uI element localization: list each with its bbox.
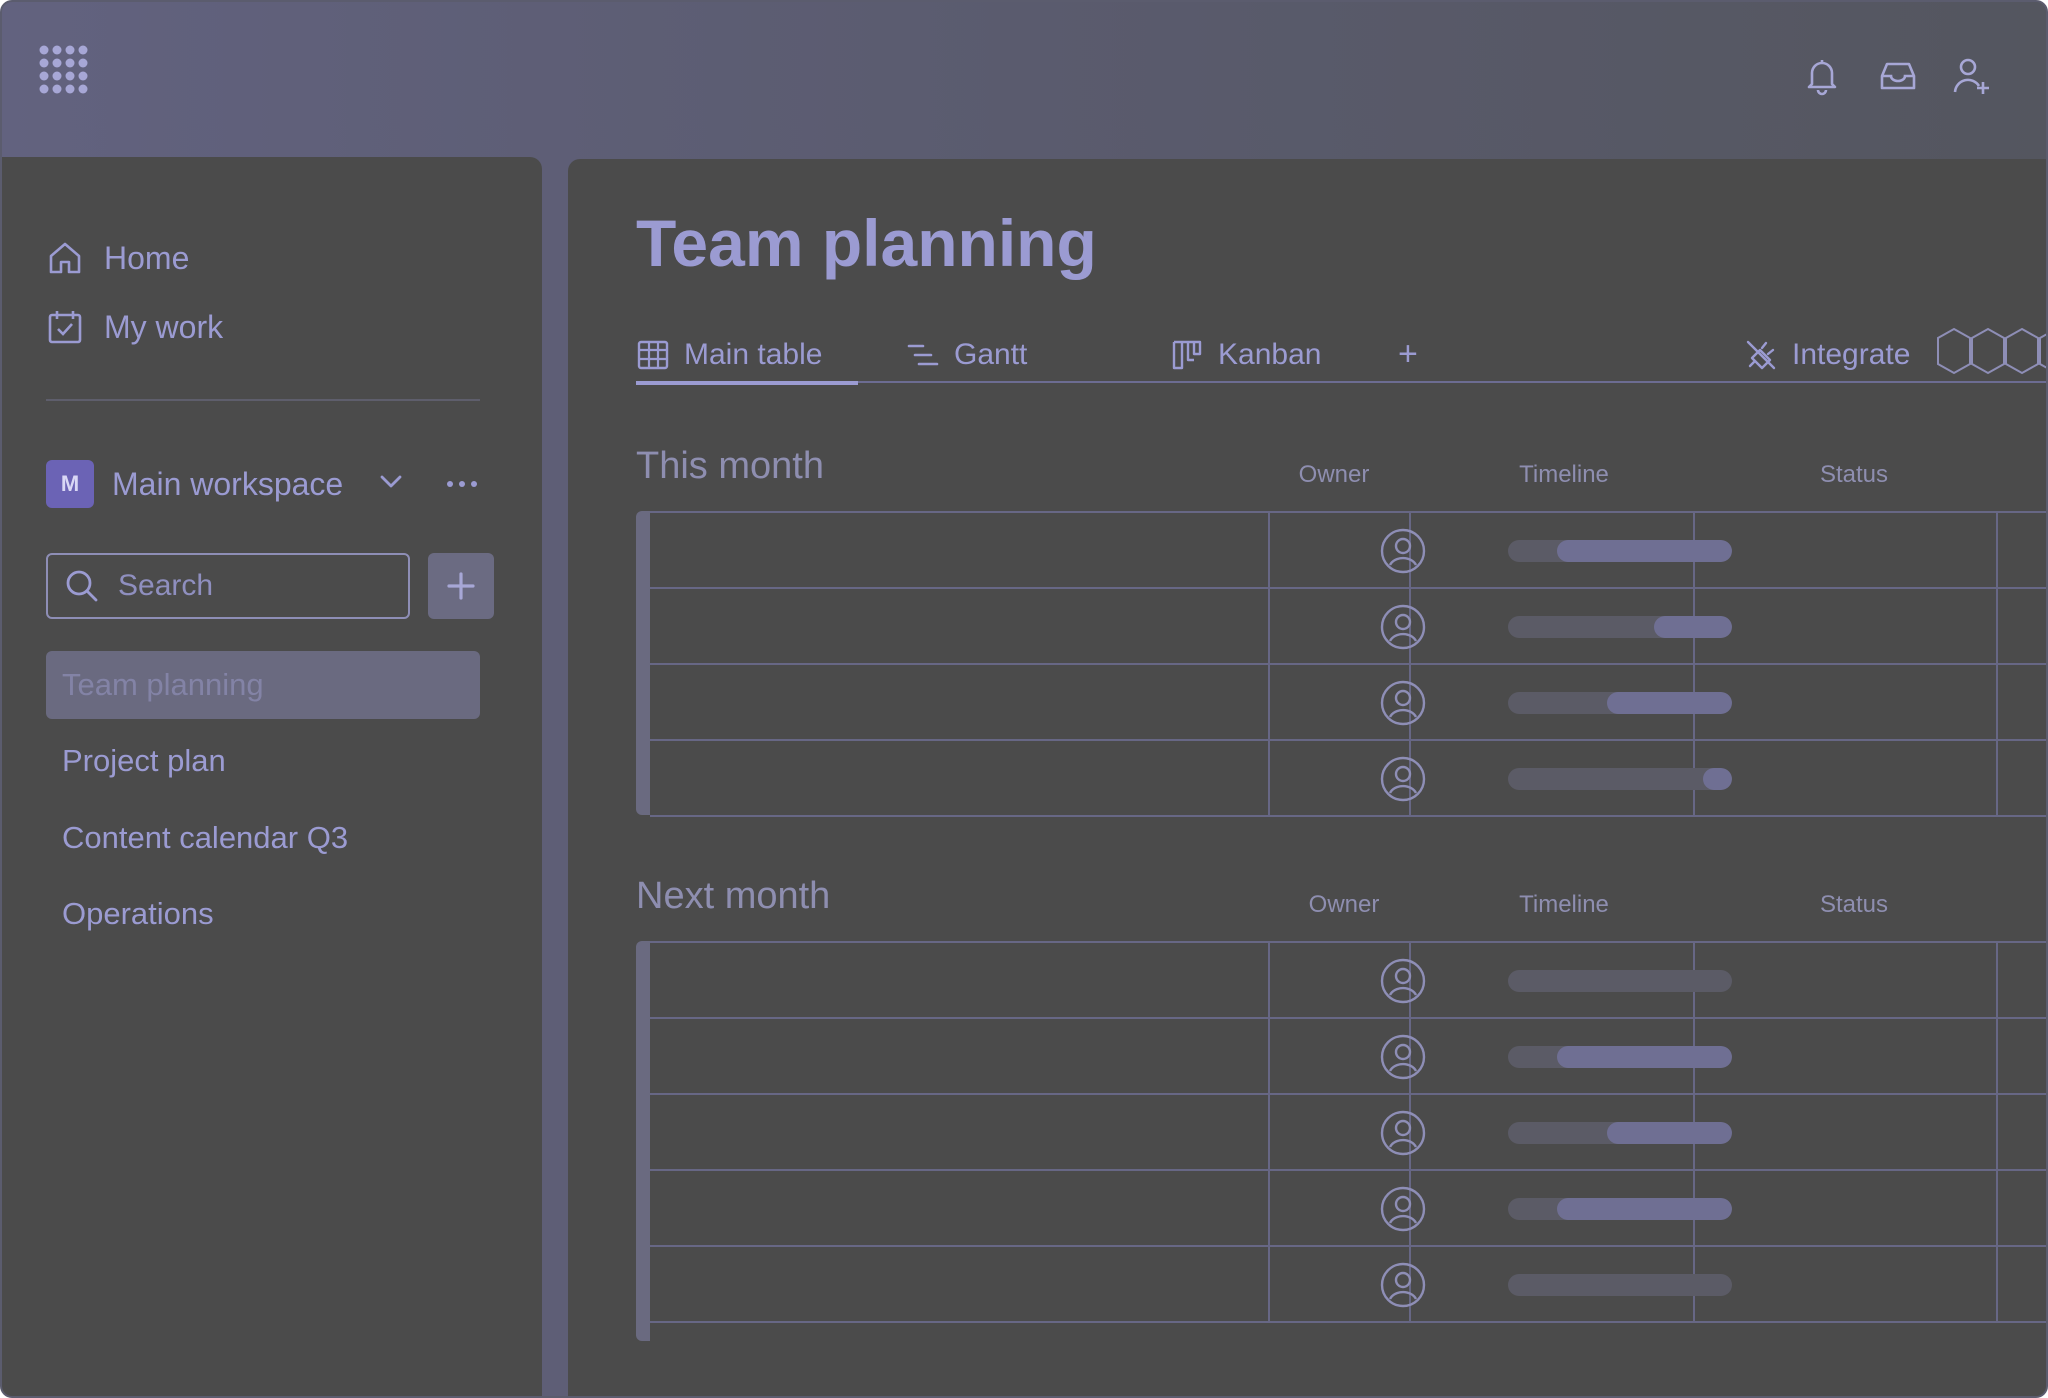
sidebar-item-home[interactable]: Home bbox=[46, 233, 189, 283]
status-cell[interactable] bbox=[1695, 943, 1995, 1017]
calendar-check-icon bbox=[48, 311, 82, 344]
group-color-bar bbox=[636, 511, 650, 815]
workspace-name: Main workspace bbox=[112, 465, 344, 502]
table-row[interactable] bbox=[650, 1169, 2046, 1245]
item-name-cell[interactable] bbox=[650, 943, 1258, 1017]
item-name-cell[interactable] bbox=[650, 1019, 1258, 1093]
column-header-status: Status bbox=[1819, 891, 1889, 918]
sidebar-divider bbox=[46, 399, 480, 401]
tab-label: Kanban bbox=[1218, 338, 1322, 371]
item-name-cell[interactable] bbox=[650, 589, 1258, 663]
apps-grid-icon[interactable] bbox=[38, 44, 88, 94]
group-color-bar bbox=[636, 941, 650, 1341]
table-row[interactable] bbox=[650, 941, 2046, 1017]
home-icon bbox=[49, 242, 81, 274]
bell-icon[interactable] bbox=[1802, 56, 1842, 96]
chevron-down-icon[interactable] bbox=[376, 467, 406, 497]
table-bottom-border bbox=[650, 815, 2046, 817]
column-header-status: Status bbox=[1819, 461, 1889, 488]
sidebar-item-my-work[interactable]: My work bbox=[46, 302, 223, 352]
status-cell[interactable] bbox=[1695, 665, 1995, 739]
owner-avatar-icon[interactable] bbox=[1379, 1109, 1427, 1157]
app-window: Home My work M Main workspace Search Tea… bbox=[0, 0, 2048, 1398]
invite-user-icon[interactable] bbox=[1952, 56, 1992, 96]
search-icon bbox=[66, 570, 98, 602]
add-view-button[interactable]: + bbox=[1398, 335, 1418, 374]
board-item-label: Operations bbox=[62, 896, 214, 931]
board-item-label: Content calendar Q3 bbox=[62, 820, 349, 855]
group-title-this-month: This month bbox=[636, 445, 824, 487]
workspace-avatar: M bbox=[46, 460, 94, 508]
workspace-selector[interactable]: M Main workspace bbox=[46, 459, 477, 509]
tab-label: Main table bbox=[684, 338, 823, 371]
table-row[interactable] bbox=[650, 663, 2046, 739]
search-input[interactable] bbox=[118, 569, 378, 603]
owner-avatar-icon[interactable] bbox=[1379, 527, 1427, 575]
status-cell[interactable] bbox=[1695, 1019, 1995, 1093]
tab-gantt[interactable]: Gantt bbox=[906, 327, 1027, 383]
item-name-cell[interactable] bbox=[650, 741, 1258, 815]
board-item-label: Project plan bbox=[62, 743, 226, 778]
page-title: Team planning bbox=[636, 206, 1097, 280]
group-title-next-month: Next month bbox=[636, 875, 831, 917]
status-cell[interactable] bbox=[1695, 1247, 1995, 1321]
more-options-icon[interactable] bbox=[444, 469, 480, 499]
board-item-content-calendar[interactable]: Content calendar Q3 bbox=[46, 804, 480, 872]
integrate-button[interactable]: Integrate bbox=[1744, 327, 1910, 383]
table-row[interactable] bbox=[650, 511, 2046, 587]
board-item-label: Team planning bbox=[62, 667, 264, 702]
tab-main-table[interactable]: Main table bbox=[636, 327, 858, 385]
status-cell[interactable] bbox=[1695, 589, 1995, 663]
search-field[interactable] bbox=[46, 553, 410, 619]
sidebar-item-label: Home bbox=[104, 239, 190, 276]
table-row[interactable] bbox=[650, 739, 2046, 815]
table-bottom-border bbox=[650, 1321, 2046, 1323]
table-icon bbox=[637, 340, 669, 370]
owner-avatar-icon[interactable] bbox=[1379, 1033, 1427, 1081]
item-name-cell[interactable] bbox=[650, 513, 1258, 587]
table-row[interactable] bbox=[650, 587, 2046, 663]
kanban-icon bbox=[1172, 340, 1202, 370]
view-tabs: Main table Gantt Kanban + Integrate bbox=[636, 325, 2048, 385]
item-name-cell[interactable] bbox=[650, 665, 1258, 739]
gantt-icon bbox=[907, 344, 939, 366]
top-bar bbox=[2, 2, 2046, 157]
column-header-timeline: Timeline bbox=[1519, 461, 1609, 488]
sidebar-item-label: My work bbox=[104, 308, 224, 345]
status-cell[interactable] bbox=[1695, 1171, 1995, 1245]
owner-avatar-icon[interactable] bbox=[1379, 1261, 1427, 1309]
board-item-operations[interactable]: Operations bbox=[46, 880, 480, 948]
table-row[interactable] bbox=[650, 1093, 2046, 1169]
owner-avatar-icon[interactable] bbox=[1379, 1185, 1427, 1233]
add-board-button[interactable] bbox=[428, 553, 494, 619]
item-name-cell[interactable] bbox=[650, 1247, 1258, 1321]
owner-avatar-icon[interactable] bbox=[1379, 679, 1427, 727]
plus-icon bbox=[447, 572, 475, 600]
integrate-label: Integrate bbox=[1792, 338, 1911, 371]
column-header-owner: Owner bbox=[1308, 891, 1380, 918]
plug-icon bbox=[1746, 340, 1776, 370]
column-header-timeline: Timeline bbox=[1519, 891, 1609, 918]
inbox-icon[interactable] bbox=[1878, 56, 1918, 96]
column-header-owner: Owner bbox=[1298, 461, 1370, 488]
table-row[interactable] bbox=[650, 1017, 2046, 1093]
board-item-team-planning[interactable]: Team planning bbox=[46, 651, 480, 719]
group-table-this-month bbox=[636, 511, 2046, 817]
item-name-cell[interactable] bbox=[650, 1095, 1258, 1169]
tab-kanban[interactable]: Kanban bbox=[1170, 327, 1321, 383]
status-cell[interactable] bbox=[1695, 741, 1995, 815]
group-table-next-month bbox=[636, 941, 2046, 1341]
tab-label: Gantt bbox=[954, 338, 1028, 371]
integrations-avatars[interactable]: +2 bbox=[1936, 325, 2048, 381]
item-name-cell[interactable] bbox=[650, 1171, 1258, 1245]
owner-avatar-icon[interactable] bbox=[1379, 603, 1427, 651]
board-item-project-plan[interactable]: Project plan bbox=[46, 727, 480, 795]
status-cell[interactable] bbox=[1695, 1095, 1995, 1169]
status-cell[interactable] bbox=[1695, 513, 1995, 587]
main-panel: Team planning Main table Gantt Kanban + … bbox=[568, 159, 2048, 1396]
table-row[interactable] bbox=[650, 1245, 2046, 1321]
owner-avatar-icon[interactable] bbox=[1379, 755, 1427, 803]
sidebar: Home My work M Main workspace Search Tea… bbox=[2, 157, 542, 1396]
owner-avatar-icon[interactable] bbox=[1379, 957, 1427, 1005]
